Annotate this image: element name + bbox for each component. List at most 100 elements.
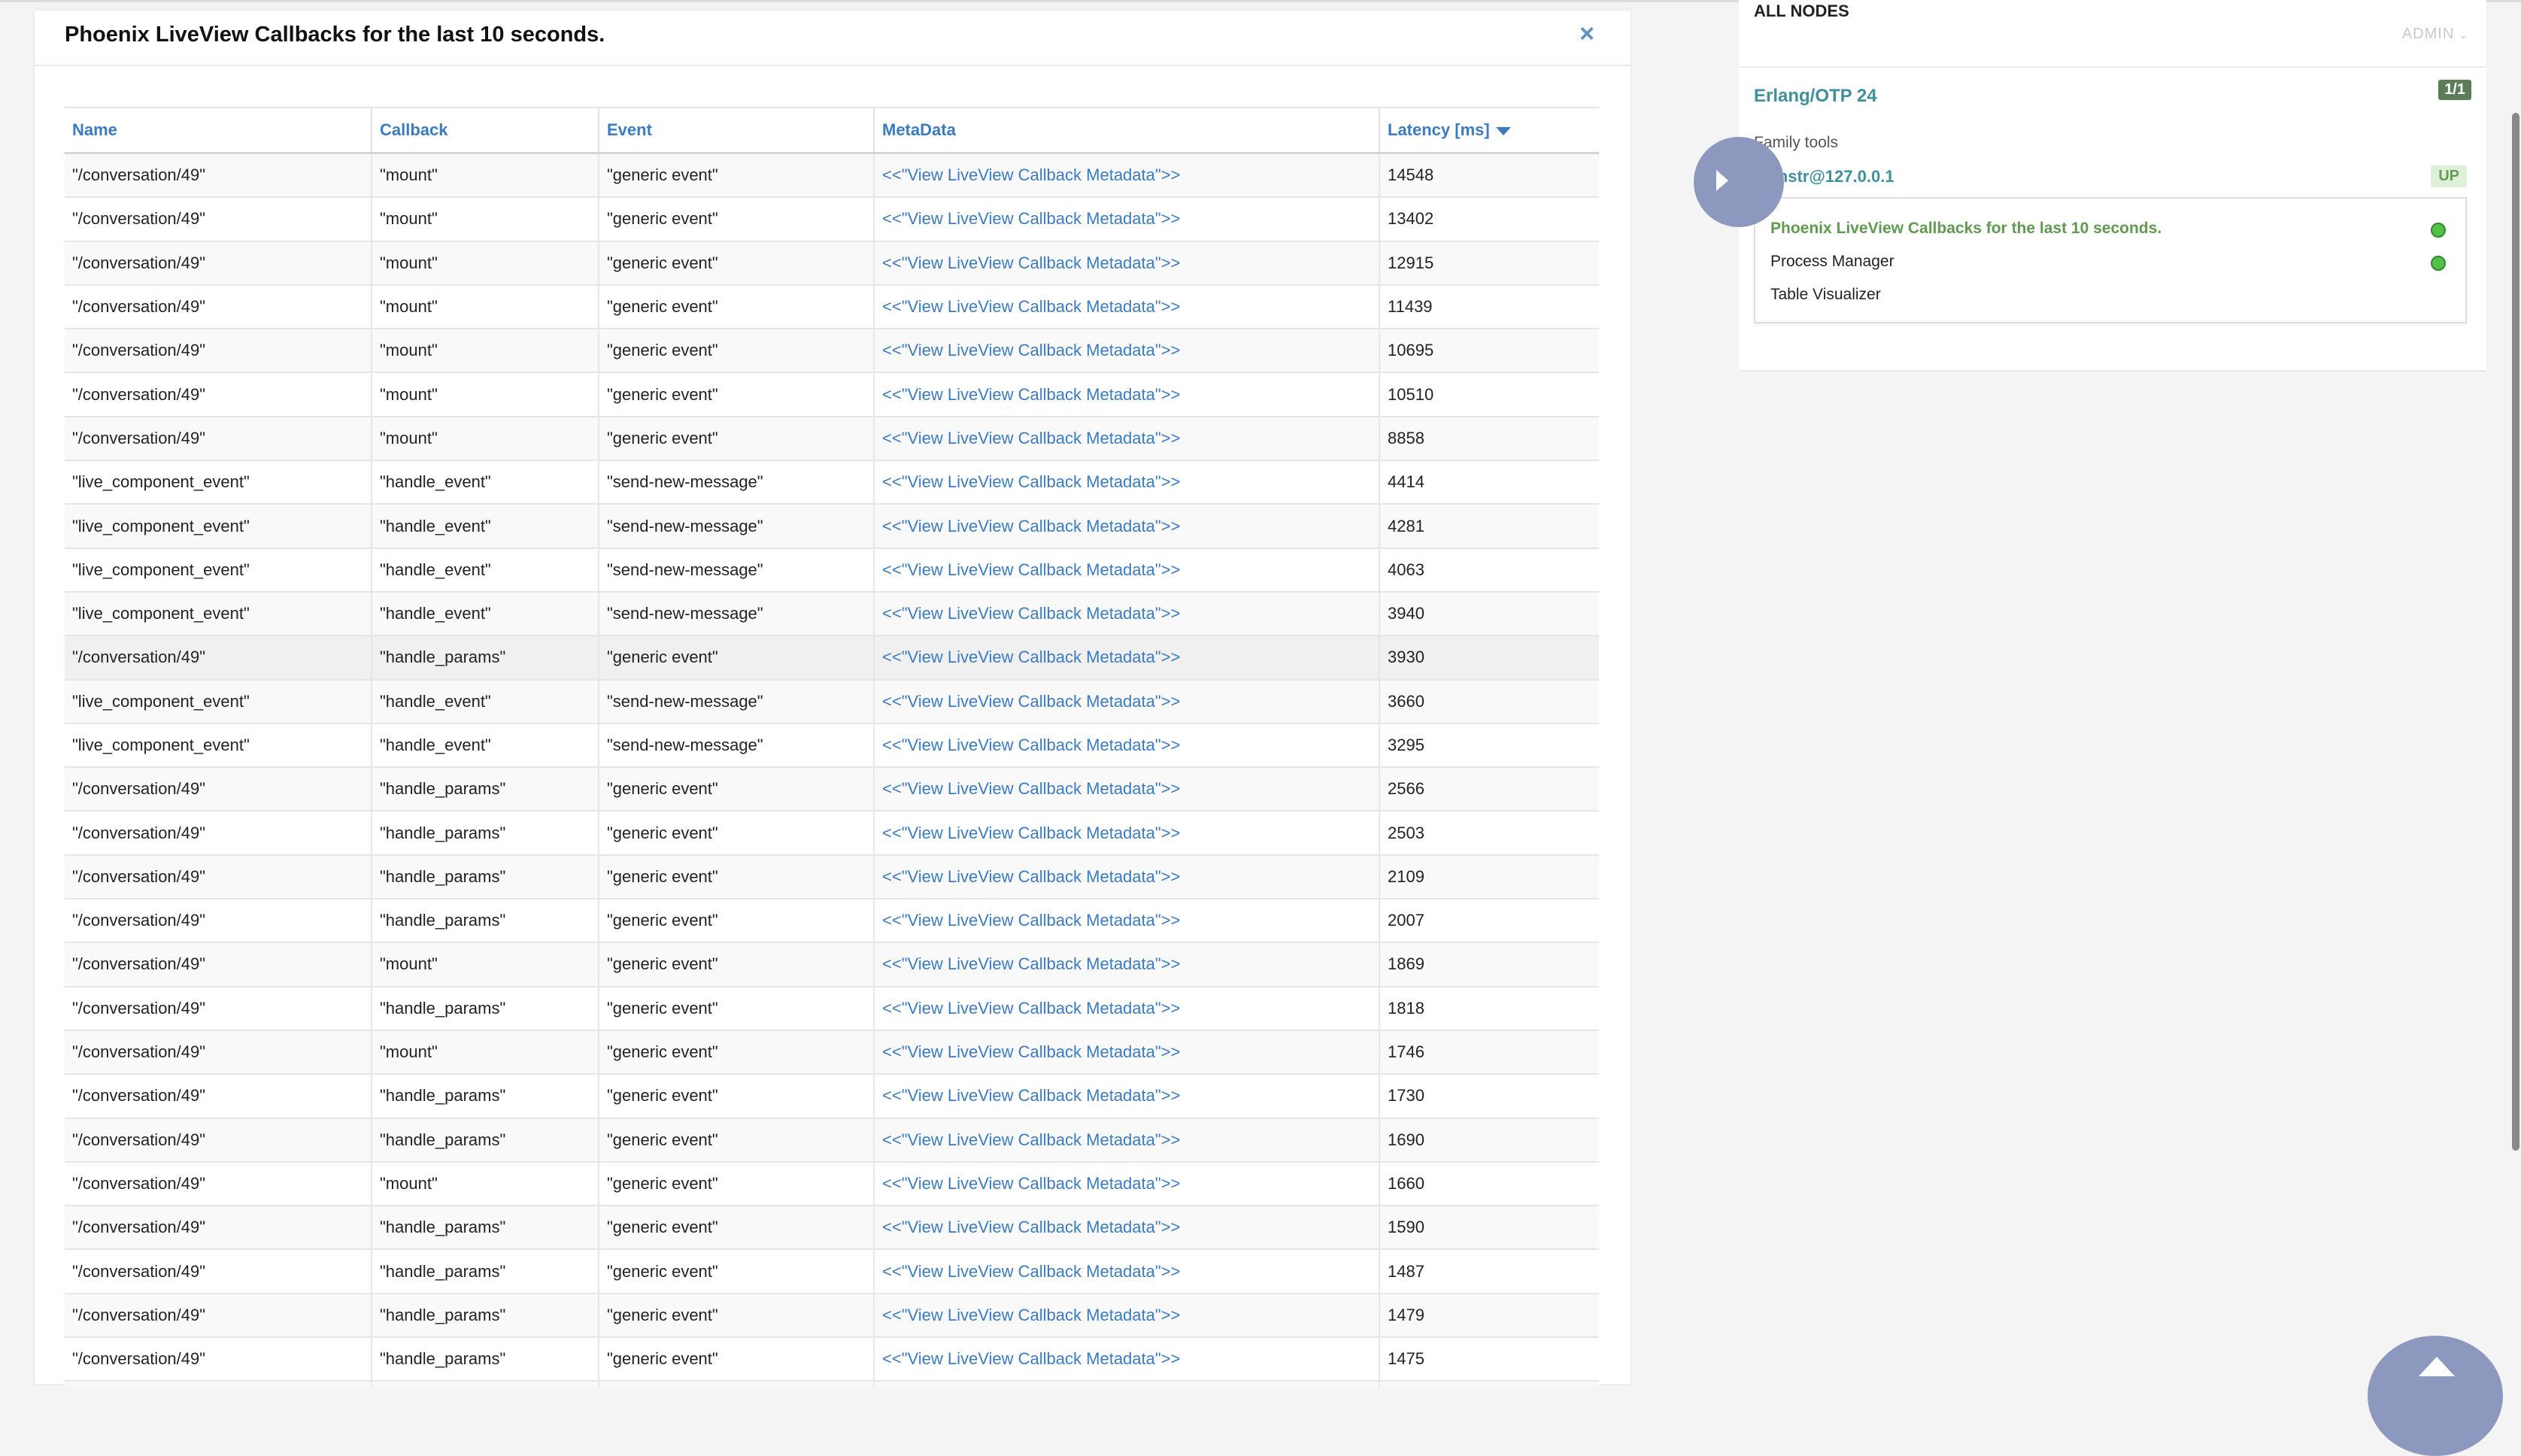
column-header-callback[interactable]: Callback <box>372 108 599 154</box>
admin-dropdown[interactable]: ADMIN ⌄ <box>2402 26 2468 43</box>
table-row: "/conversation/49""mount""generic event"… <box>65 241 1599 286</box>
metadata-link[interactable]: <<"View LiveView Callback Metadata">> <box>882 253 1180 272</box>
table-row: "/conversation/49""mount""generic event"… <box>65 372 1599 417</box>
metadata-link[interactable]: <<"View LiveView Callback Metadata">> <box>882 209 1180 228</box>
cell-name: "/conversation/49" <box>65 1074 372 1119</box>
column-header-metadata[interactable]: MetaData <box>874 108 1380 154</box>
tool-item-table-visualizer[interactable]: Table Visualizer <box>1770 286 1881 304</box>
metadata-link[interactable]: <<"View LiveView Callback Metadata">> <box>882 560 1180 579</box>
cell-event: "send-new-message" <box>599 460 875 505</box>
metadata-link[interactable]: <<"View LiveView Callback Metadata">> <box>882 1306 1180 1324</box>
cell-latency: 1590 <box>1379 1206 1599 1251</box>
metadata-link[interactable]: <<"View LiveView Callback Metadata">> <box>882 1349 1180 1368</box>
table-row: "/conversation/49" "handle_params" "generi… <box>65 1249 1599 1294</box>
cell-metadata: <<"View LiveView Callback Metadata">> <box>874 591 1380 637</box>
metadata-link[interactable]: <<"View LiveView Callback Metadata">> <box>882 648 1180 666</box>
cell-metadata: <<"View LiveView Callback Metadata">> <box>874 1074 1380 1119</box>
metadata-link[interactable]: <<"View LiveView Callback Metadata">> <box>882 1174 1180 1193</box>
status-dot-icon <box>2431 223 2446 238</box>
scroll-top-button[interactable] <box>2368 1336 2503 1456</box>
metadata-link[interactable]: <<"View LiveView Callback Metadata">> <box>882 1042 1180 1061</box>
metadata-link[interactable]: <<"View LiveView Callback Metadata">> <box>882 867 1180 886</box>
tool-item-process-manager[interactable]: Process Manager <box>1770 253 1895 271</box>
cell-name: "live_component_event" <box>65 548 372 593</box>
cell-event: "generic event" <box>599 811 875 856</box>
cell-event: "generic event" <box>599 1074 875 1119</box>
cell-event: "send-new-message" <box>599 504 875 549</box>
tools-list: Phoenix LiveView Callbacks for the last … <box>1754 197 2467 323</box>
cell-latency: 3660 <box>1379 679 1599 724</box>
cell-name: "live_component_event" <box>65 504 372 549</box>
cell-name: "/conversation/49" <box>65 1337 372 1382</box>
cell-name: "/conversation/49" <box>65 329 372 374</box>
cell-metadata: <<"View LiveView Callback Metadata">> <box>874 899 1380 944</box>
status-dot-icon <box>2431 256 2446 271</box>
callbacks-table: Name Callback Event MetaData Latency [ms… <box>65 108 1599 1387</box>
otp-title-link[interactable]: Erlang/OTP 24 <box>1754 86 1877 107</box>
column-header-name[interactable]: Name <box>65 108 372 154</box>
cell-callback: "handle_event" <box>372 679 599 724</box>
column-header-latency[interactable]: Latency [ms] <box>1379 108 1599 154</box>
cell-callback: "handle_event" <box>372 591 599 637</box>
metadata-link[interactable]: <<"View LiveView Callback Metadata">> <box>882 779 1180 798</box>
metadata-link[interactable]: <<"View LiveView Callback Metadata">> <box>882 1218 1180 1236</box>
table-row: "/conversation/49" "handle_params" "generi… <box>65 1337 1599 1382</box>
column-header-event[interactable]: Event <box>599 108 875 154</box>
cell-event: "send-new-message" <box>599 723 875 769</box>
cell-latency: 13402 <box>1379 197 1599 242</box>
cell-name: "/conversation/49" <box>65 416 372 462</box>
cell-callback: "handle_params" <box>372 1118 599 1163</box>
cell-callback: "mount" <box>372 942 599 987</box>
cell-name: "live_component_event" <box>65 723 372 769</box>
table-row: "/conversation/49" "handle_params" "generi… <box>65 1118 1599 1163</box>
cell-latency: 1746 <box>1379 1030 1599 1075</box>
metadata-link[interactable]: <<"View LiveView Callback Metadata">> <box>882 429 1180 447</box>
table-row: "live_component_event" "handle_event" "sen… <box>65 591 1599 637</box>
table-row: "live_component_event" "handle_event" "sen… <box>65 679 1599 724</box>
cell-event: "generic event" <box>599 153 875 199</box>
cell-callback: "handle_params" <box>372 899 599 944</box>
cell-event: "generic event" <box>599 329 875 374</box>
metadata-link[interactable]: <<"View LiveView Callback Metadata">> <box>882 517 1180 535</box>
metadata-link[interactable]: <<"View LiveView Callback Metadata">> <box>882 824 1180 842</box>
chevron-up-icon <box>2419 1357 2455 1376</box>
cell-callback: "handle_params" <box>372 1074 599 1119</box>
chevron-down-icon: ⌄ <box>2459 29 2468 41</box>
cell-callback: "mount" <box>372 329 599 374</box>
scrollbar[interactable] <box>2512 113 2519 1151</box>
cell-event: "generic event" <box>599 241 875 286</box>
cell-event: "generic event" <box>599 1161 875 1207</box>
cell-name: "/conversation/49" <box>65 284 372 330</box>
metadata-link[interactable]: <<"View LiveView Callback Metadata">> <box>882 954 1180 973</box>
metadata-link[interactable]: <<"View LiveView Callback Metadata">> <box>882 472 1180 491</box>
table-row: "/conversation/49" "handle_params" "generi… <box>65 986 1599 1031</box>
cell-event: "generic event" <box>599 197 875 242</box>
tool-item-liveview-callbacks[interactable]: Phoenix LiveView Callbacks for the last … <box>1770 220 2162 238</box>
metadata-link[interactable]: <<"View LiveView Callback Metadata">> <box>882 1262 1180 1281</box>
metadata-link[interactable]: <<"View LiveView Callback Metadata">> <box>882 165 1180 184</box>
metadata-link[interactable]: <<"View LiveView Callback Metadata">> <box>882 297 1180 316</box>
metadata-link[interactable]: <<"View LiveView Callback Metadata">> <box>882 385 1180 404</box>
cell-latency: 10510 <box>1379 372 1599 417</box>
cell-name: "/conversation/49" <box>65 942 372 987</box>
metadata-link[interactable]: <<"View LiveView Callback Metadata">> <box>882 1086 1180 1105</box>
node-status-badge: UP <box>2431 165 2467 187</box>
cell-callback: "handle_params" <box>372 1249 599 1294</box>
table-row: "/conversation/49""mount""generic event"… <box>65 416 1599 462</box>
cell-latency: 1818 <box>1379 986 1599 1031</box>
cell-latency: 3940 <box>1379 591 1599 637</box>
cell-latency: 4414 <box>1379 460 1599 505</box>
metadata-link[interactable]: <<"View LiveView Callback Metadata">> <box>882 999 1180 1018</box>
metadata-link[interactable]: <<"View LiveView Callback Metadata">> <box>882 604 1180 623</box>
cell-name: "/conversation/49" <box>65 197 372 242</box>
all-nodes-label: ALL NODES <box>1754 2 1849 20</box>
cell-latency: 2566 <box>1379 767 1599 812</box>
metadata-link[interactable]: <<"View LiveView Callback Metadata">> <box>882 341 1180 359</box>
table-row: "live_component_event" "handle_event" "sen… <box>65 504 1599 549</box>
metadata-link[interactable]: <<"View LiveView Callback Metadata">> <box>882 1130 1180 1149</box>
sidebar-toggle-button[interactable] <box>1694 137 1784 227</box>
metadata-link[interactable]: <<"View LiveView Callback Metadata">> <box>882 692 1180 711</box>
metadata-link[interactable]: <<"View LiveView Callback Metadata">> <box>882 911 1180 930</box>
close-icon[interactable]: × <box>1579 20 1594 49</box>
metadata-link[interactable]: <<"View LiveView Callback Metadata">> <box>882 736 1180 754</box>
